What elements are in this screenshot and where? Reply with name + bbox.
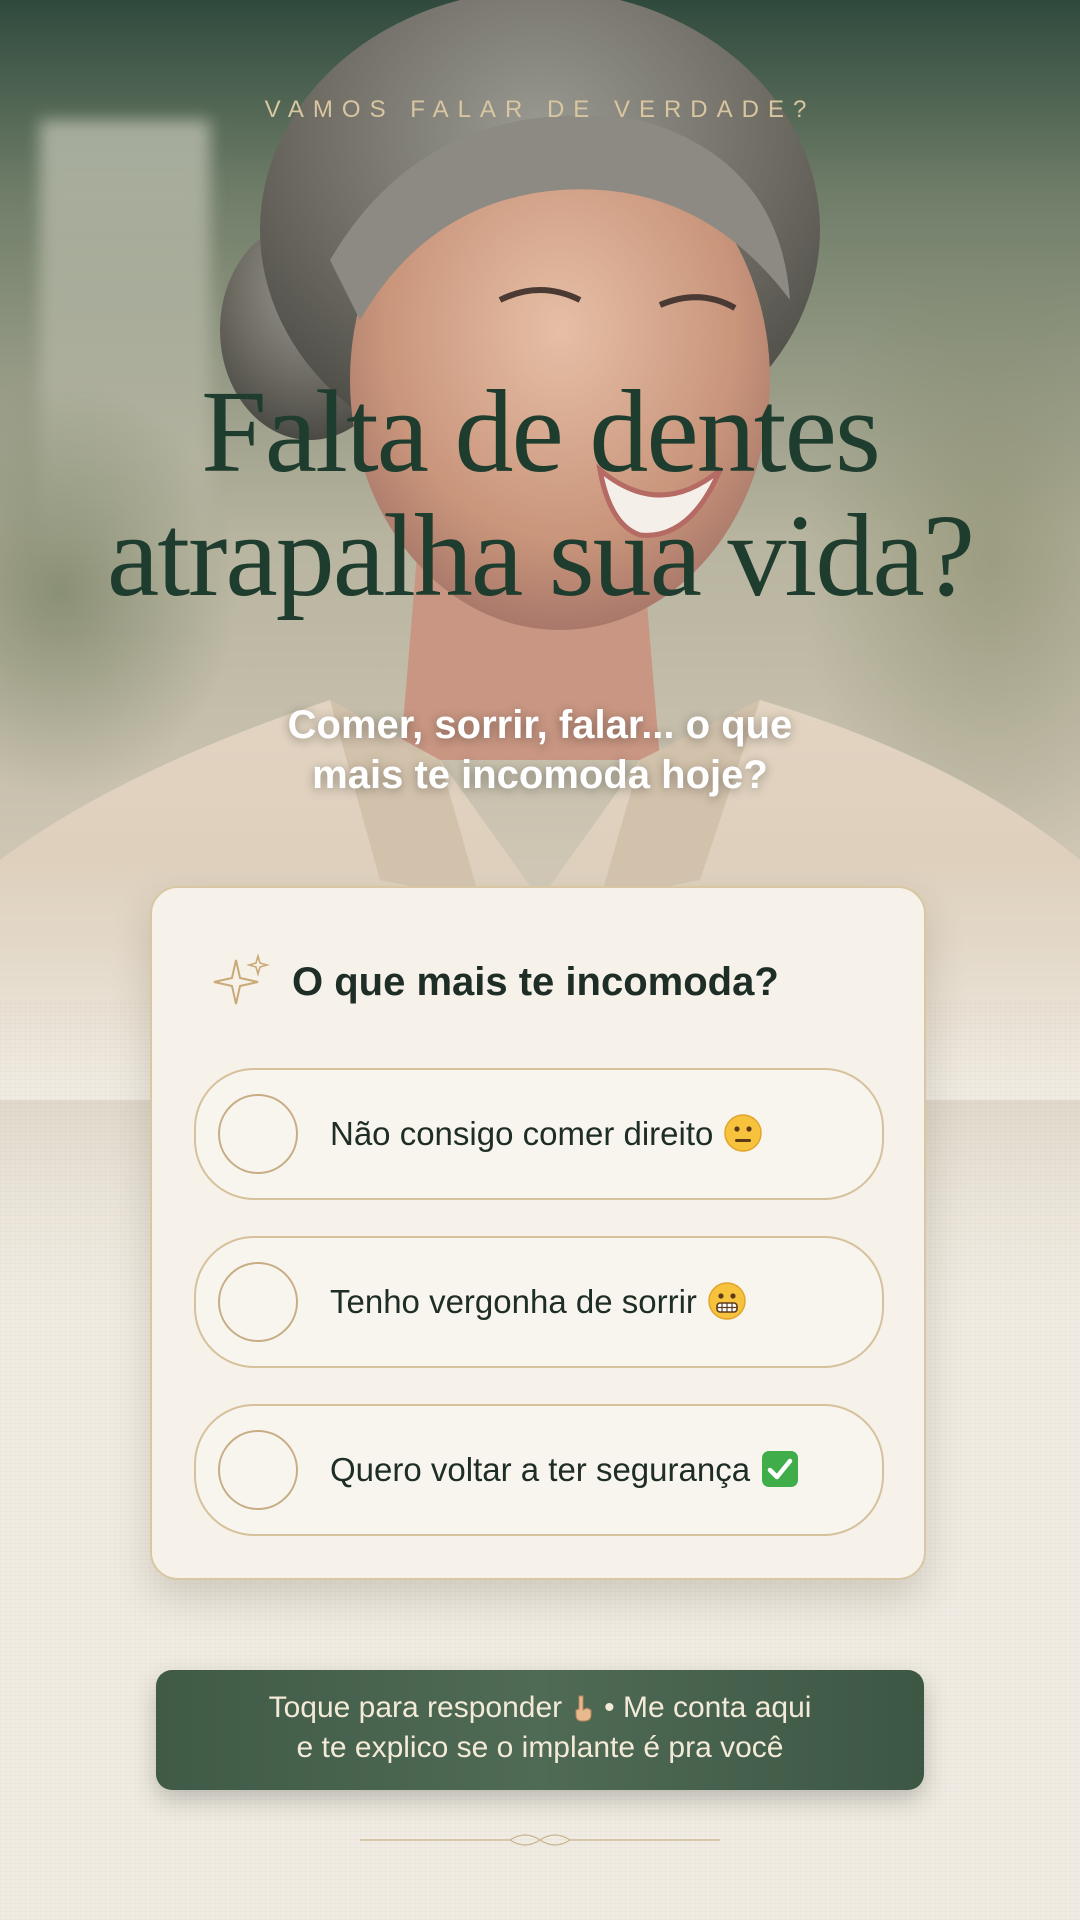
poll-card: O que mais te incomoda? Não consigo come… [150,886,926,1580]
headline-line: Falta de dentes [201,366,881,497]
ornament-divider [360,1834,720,1846]
sparkle-icon [213,953,270,1005]
cta-banner[interactable]: Toque para responder • Me conta aqui e t… [156,1670,924,1790]
grimacing-face-icon [708,1282,746,1320]
poll-option-text: Tenho vergonha de sorrir [330,1283,697,1320]
poll-option-label: Quero voltar a ter segurança [330,1448,800,1492]
instagram-story: VAMOS FALAR DE VERDADE? Falta de dentes … [0,0,1080,1920]
cta-line: Toque para responder • Me conta aqui [156,1688,924,1728]
cta-text-start: Toque para responder [268,1691,563,1724]
poll-option-label: Tenho vergonha de sorrir [330,1280,747,1324]
neutral-face-icon [724,1114,763,1152]
poll-option-confidence[interactable]: Quero voltar a ter segurança [194,1404,884,1536]
radio-button[interactable] [218,1262,298,1342]
eyebrow-text: VAMOS FALAR DE VERDADE? [264,96,816,123]
poll-option-smile[interactable]: Tenho vergonha de sorrir [194,1236,884,1368]
headline: Falta de dentes atrapalha sua vida? [40,370,1040,618]
headline-line: atrapalha sua vida? [106,490,975,621]
poll-option-text: Não consigo comer direito [330,1115,714,1152]
cta-line: e te explico se o implante é pra você [296,1731,784,1764]
subtitle-line: Comer, sorrir, falar... o que [287,703,793,747]
subtitle: Comer, sorrir, falar... o que mais te in… [0,700,1080,800]
check-mark-button-icon [762,1451,799,1487]
poll-question: O que mais te incomoda? [292,960,779,1004]
cta-text-end: • Me conta aqui [604,1691,812,1724]
radio-button[interactable] [218,1430,298,1510]
cta-text: Toque para responder • Me conta aqui e t… [156,1688,924,1768]
poll-option-text: Quero voltar a ter segurança [330,1451,751,1488]
poll-header: O que mais te incomoda? [152,946,928,1016]
pointing-down-hand-icon [575,1695,592,1722]
subtitle-line: mais te incomoda hoje? [312,753,768,797]
poll-option-eat[interactable]: Não consigo comer direito [194,1068,884,1200]
poll-option-label: Não consigo comer direito [330,1112,763,1156]
radio-button[interactable] [218,1094,298,1174]
